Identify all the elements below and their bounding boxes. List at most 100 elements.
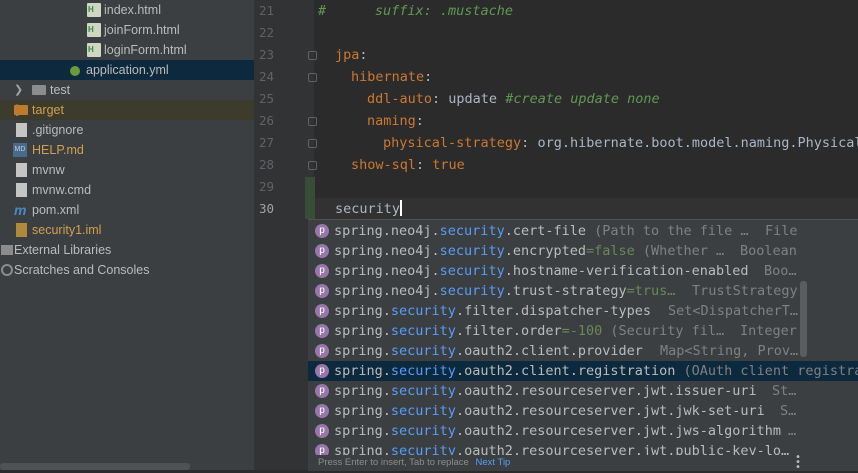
fold-icon[interactable] xyxy=(308,139,317,148)
fold-icon[interactable] xyxy=(308,73,317,82)
next-tip-link[interactable]: Next Tip xyxy=(476,457,511,468)
yaml-key: physical-strategy xyxy=(383,135,522,151)
html-file-icon xyxy=(87,40,101,60)
completion-item[interactable]: p spring.security.oauth2.resourceserver.j… xyxy=(308,401,858,421)
completion-popup: p spring.neo4j.security.cert-file (Path t… xyxy=(308,219,858,471)
yaml-colon: : xyxy=(359,47,368,63)
tree-item-help-md[interactable]: MD HELP.md xyxy=(0,140,254,160)
property-icon: p xyxy=(315,264,329,278)
chevron-right-icon[interactable]: ❯ xyxy=(14,80,23,100)
completion-footer: Press Enter to insert, Tab to replace Ne… xyxy=(308,455,858,470)
completion-item[interactable]: p spring.security.filter.dispatcher-types… xyxy=(308,301,858,321)
tree-item-joinform-html[interactable]: joinForm.html xyxy=(0,20,254,40)
completion-suffix: .cert-file xyxy=(504,223,586,239)
yaml-file-icon xyxy=(70,66,80,76)
fold-icon[interactable] xyxy=(308,51,317,60)
line-number: 25 xyxy=(258,91,274,106)
tree-item-security1-iml[interactable]: security1.iml xyxy=(0,220,254,240)
completion-item[interactable]: p spring.neo4j.security.trust-strategy=tr… xyxy=(308,281,858,301)
tree-item-label: mvnw.cmd xyxy=(32,183,92,197)
code-line-30[interactable]: security xyxy=(335,198,402,220)
line-number: 26 xyxy=(258,113,274,128)
completion-type: Map<String, Prov… xyxy=(660,343,799,359)
completion-suffix: .oauth2.client.provider xyxy=(455,343,643,359)
completion-match: security xyxy=(390,403,456,419)
completion-text: spring.neo4j.security.trust-strategy=tru… xyxy=(334,281,675,301)
completion-match: security xyxy=(439,223,505,239)
fold-icon[interactable] xyxy=(308,161,317,170)
completion-prefix: spring. xyxy=(334,323,391,339)
completion-prefix: spring. xyxy=(334,383,391,399)
completion-prefix: spring. xyxy=(334,363,391,379)
footer-hint: Press Enter to insert, Tab to replace xyxy=(318,457,469,468)
more-options-icon[interactable]: • • • xyxy=(795,453,801,473)
fold-icon[interactable] xyxy=(308,117,317,126)
code-line-23: jpa: xyxy=(335,44,368,66)
tree-item-mvnw-cmd[interactable]: mvnw.cmd xyxy=(0,180,254,200)
change-marker[interactable] xyxy=(305,177,315,219)
completion-item[interactable]: p spring.security.oauth2.client.provider M… xyxy=(308,341,858,361)
completion-default: =false xyxy=(585,243,635,259)
property-icon: p xyxy=(315,324,329,338)
excluded-folder-icon xyxy=(14,105,28,115)
completion-item[interactable]: p spring.neo4j.security.cert-file (Path t… xyxy=(308,221,858,241)
completion-prefix: spring.neo4j. xyxy=(334,223,440,239)
tree-item-label: security1.iml xyxy=(32,223,102,237)
completion-scrollbar[interactable] xyxy=(800,281,807,357)
tree-item-scratches[interactable]: Scratches and Consoles xyxy=(0,260,254,280)
tree-item-index-html[interactable]: index.html xyxy=(0,0,254,20)
property-icon: p xyxy=(315,344,329,358)
completion-item[interactable]: p spring.neo4j.security.hostname-verifica… xyxy=(308,261,858,281)
tree-item-gitignore[interactable]: .gitignore xyxy=(0,120,254,140)
completion-text: spring.security.oauth2.resourceserver.jw… xyxy=(334,421,781,441)
yaml-key: jpa xyxy=(335,47,360,63)
library-icon xyxy=(1,245,13,255)
tree-item-target[interactable]: ❯ target xyxy=(0,100,254,120)
completion-item[interactable]: p spring.security.oauth2.resourceserver.j… xyxy=(308,381,858,401)
completion-prefix: spring. xyxy=(334,343,391,359)
text-caret xyxy=(400,200,402,216)
completion-item[interactable]: p spring.security.oauth2.client.registrat… xyxy=(308,361,858,381)
completion-text: spring.security.filter.dispatcher-types xyxy=(334,301,651,321)
tree-item-label: .gitignore xyxy=(32,123,84,137)
scratches-icon xyxy=(1,264,13,276)
code-line-27: physical-strategy: org.hibernate.boot.mo… xyxy=(383,132,858,154)
tree-item-label: mvnw xyxy=(32,163,65,177)
tree-item-pom-xml[interactable]: m pom.xml xyxy=(0,200,254,220)
completion-item[interactable]: p spring.security.oauth2.resourceserver.j… xyxy=(308,421,858,441)
module-file-icon xyxy=(16,223,27,237)
completion-suffix: .hostname-verification-enabled xyxy=(504,263,749,279)
yaml-colon: : xyxy=(424,69,433,85)
tree-item-label: application.yml xyxy=(86,63,169,77)
code-line-21: # suffix: .mustache xyxy=(318,0,513,22)
completion-hint: (Security fil… xyxy=(602,323,725,339)
tree-item-application-yml[interactable]: application.yml xyxy=(0,60,254,80)
completion-text: spring.security.oauth2.client.provider xyxy=(334,341,643,361)
completion-match: security xyxy=(390,343,456,359)
completion-default: =-100 xyxy=(561,323,603,339)
property-icon: p xyxy=(315,404,329,418)
html-file-icon xyxy=(87,0,101,20)
completion-suffix: .oauth2.resourceserver.jwt.issuer-uri xyxy=(455,383,757,399)
horizontal-scrollbar[interactable] xyxy=(0,463,190,470)
line-number: 30 xyxy=(258,201,274,216)
maven-icon: m xyxy=(14,202,27,218)
tree-item-loginform-html[interactable]: loginForm.html xyxy=(0,40,254,60)
completion-match: security xyxy=(439,283,505,299)
tree-item-external-libraries[interactable]: External Libraries xyxy=(0,240,254,260)
completion-suffix: .oauth2.resourceserver.jwt.jwk-set-uri xyxy=(455,403,765,419)
completion-match: security xyxy=(390,303,456,319)
tree-item-label: test xyxy=(50,83,71,97)
completion-hint: (OAuth client registrat xyxy=(675,363,858,379)
line-number: 22 xyxy=(258,25,274,40)
html-file-icon xyxy=(87,20,101,40)
yaml-key: hibernate xyxy=(351,69,425,85)
property-icon: p xyxy=(315,364,329,378)
completion-type: TrustStrategy xyxy=(692,283,798,299)
completion-item[interactable]: p spring.neo4j.security.encrypted=false (… xyxy=(308,241,858,261)
tree-item-label: Scratches and Consoles xyxy=(14,263,150,277)
completion-item[interactable]: p spring.security.filter.order=-100 (Secu… xyxy=(308,321,858,341)
folder-icon xyxy=(32,85,46,95)
tree-item-mvnw[interactable]: mvnw xyxy=(0,160,254,180)
tree-item-test[interactable]: ❯ test xyxy=(0,80,254,100)
